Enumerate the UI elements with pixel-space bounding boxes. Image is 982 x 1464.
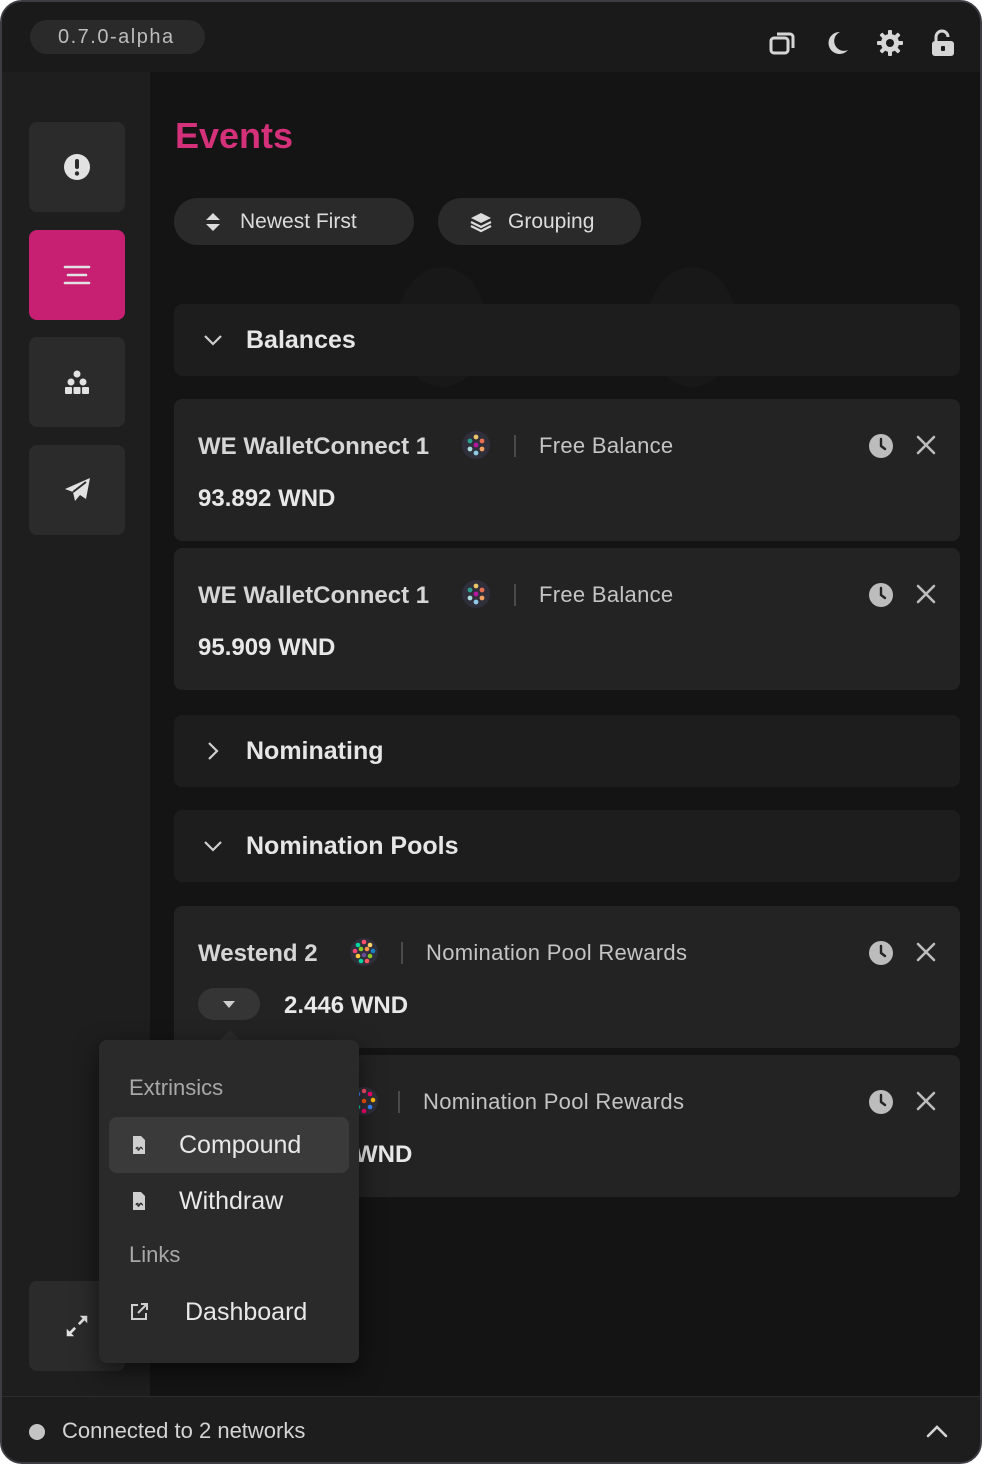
category-balances[interactable]: Balances	[174, 304, 960, 376]
close-icon[interactable]	[914, 433, 938, 457]
clock-icon[interactable]	[868, 1089, 894, 1115]
event-value: 95.909 WND	[198, 634, 336, 661]
caret-down-icon	[223, 1001, 235, 1008]
close-icon[interactable]	[914, 1089, 938, 1113]
event-value: 2.446 WND	[284, 992, 409, 1019]
clock-icon[interactable]	[868, 433, 894, 459]
separator	[401, 942, 403, 964]
event-account: WE WalletConnect 1	[198, 433, 430, 460]
event-type: Nomination Pool Rewards	[423, 1089, 685, 1114]
status-bar: Connected to 2 networks	[2, 1396, 980, 1462]
account-identicon	[350, 938, 378, 966]
sort-button[interactable]: Newest First	[174, 198, 414, 245]
overview-icon	[64, 154, 90, 180]
chevron-down-icon	[204, 841, 222, 852]
menu-section-extrinsics: Extrinsics	[129, 1075, 224, 1100]
category-nominating[interactable]: Nominating	[174, 715, 960, 787]
event-type: Free Balance	[539, 582, 674, 607]
app-window: 0.7.0-alpha Events Newest First Grouping…	[0, 0, 982, 1464]
sidebar-item-overview[interactable]	[29, 122, 125, 212]
gear-icon[interactable]	[875, 26, 905, 60]
category-label: Balances	[246, 325, 356, 354]
separator	[398, 1091, 400, 1113]
event-actions-menu: Extrinsics Compound Withdraw Links Dashb…	[99, 1040, 359, 1363]
menu-section-links: Links	[129, 1242, 181, 1267]
menu-item-label: Dashboard	[185, 1297, 308, 1326]
external-link-icon	[131, 1303, 148, 1320]
menu-item-withdraw[interactable]: Withdraw	[109, 1173, 349, 1229]
clock-icon[interactable]	[868, 582, 894, 608]
chevron-up-icon[interactable]	[924, 1419, 950, 1445]
event-value: WND	[355, 1141, 413, 1168]
page-title: Events	[175, 115, 294, 156]
clock-icon[interactable]	[868, 940, 894, 966]
category-label: Nomination Pools	[246, 831, 459, 860]
separator	[514, 435, 516, 457]
menu-item-label: Withdraw	[179, 1186, 284, 1215]
close-icon[interactable]	[914, 582, 938, 606]
event-actions-toggle[interactable]	[198, 988, 260, 1020]
sidebar-item-events[interactable]	[29, 230, 125, 320]
events-icon	[63, 265, 91, 285]
layers-icon	[470, 212, 492, 232]
event-card: Westend 2 Nomination Pool Rewards 2.446 …	[174, 906, 960, 1048]
chevron-right-icon	[208, 742, 219, 760]
category-label: Nominating	[246, 736, 384, 765]
chevron-down-icon	[204, 335, 222, 346]
expand-icon	[66, 1315, 88, 1337]
account-identicon	[462, 431, 490, 459]
sidebar-item-send[interactable]	[29, 445, 125, 535]
accounts-icon	[65, 370, 89, 394]
unlock-icon[interactable]	[928, 26, 958, 60]
account-identicon	[462, 580, 490, 608]
file-signature-icon	[133, 1136, 145, 1154]
close-icon[interactable]	[914, 940, 938, 964]
menu-item-dashboard[interactable]: Dashboard	[109, 1284, 349, 1340]
event-card: WE WalletConnect 1 Free Balance 93.892 W…	[174, 399, 960, 541]
event-account: Westend 2	[198, 940, 318, 967]
sort-label: Newest First	[240, 209, 357, 233]
event-type: Nomination Pool Rewards	[426, 940, 688, 965]
moon-icon[interactable]	[822, 26, 852, 60]
connection-status-text: Connected to 2 networks	[62, 1418, 306, 1443]
event-type: Free Balance	[539, 433, 674, 458]
separator	[514, 584, 516, 606]
menu-item-label: Compound	[179, 1130, 302, 1159]
connection-status-dot	[29, 1424, 45, 1440]
windows-icon[interactable]	[768, 26, 798, 60]
grouping-button[interactable]: Grouping	[438, 198, 641, 245]
category-nomination-pools[interactable]: Nomination Pools	[174, 810, 960, 882]
version-badge: 0.7.0-alpha	[30, 20, 205, 54]
sidebar-item-accounts[interactable]	[29, 337, 125, 427]
grouping-label: Grouping	[508, 209, 595, 233]
event-value: 93.892 WND	[198, 485, 336, 512]
top-bar: 0.7.0-alpha	[2, 2, 980, 72]
event-card: WE WalletConnect 1 Free Balance 95.909 W…	[174, 548, 960, 690]
sort-icon	[206, 212, 220, 231]
menu-item-compound[interactable]: Compound	[109, 1117, 349, 1173]
send-icon	[65, 478, 90, 501]
event-account: WE WalletConnect 1	[198, 582, 430, 609]
file-signature-icon	[133, 1192, 145, 1210]
